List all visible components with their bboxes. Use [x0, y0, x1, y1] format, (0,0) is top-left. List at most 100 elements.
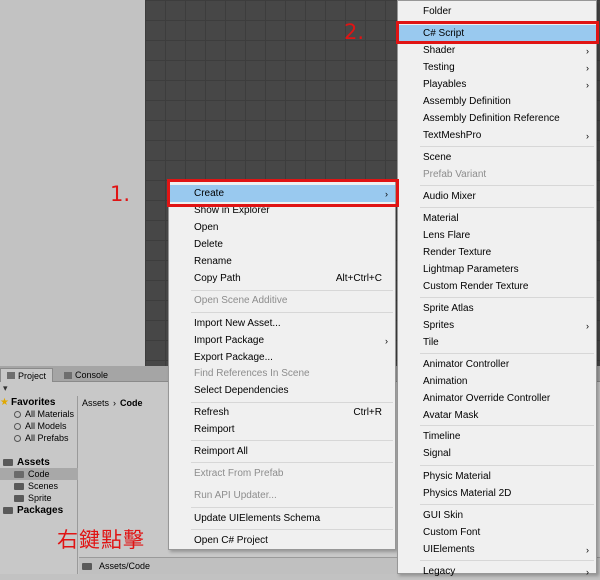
- submenu-item-label: Folder: [423, 6, 452, 17]
- menu-shortcut: Alt+Ctrl+C: [335, 273, 382, 284]
- submenu-item-audio-mixer[interactable]: Audio Mixer: [398, 188, 596, 205]
- submenu-item-textmeshpro[interactable]: TextMeshPro ›: [398, 127, 596, 144]
- menu-separator: [191, 402, 393, 403]
- menu-item-show-in-explorer[interactable]: Show in Explorer: [169, 202, 395, 219]
- submenu-item-scene[interactable]: Scene: [398, 149, 596, 166]
- search-icon: [14, 410, 21, 418]
- breadcrumb-assets[interactable]: Assets: [82, 398, 109, 408]
- submenu-item-label: Legacy: [423, 566, 456, 577]
- submenu-item-playables[interactable]: Playables ›: [398, 76, 596, 93]
- menu-separator: [191, 312, 393, 313]
- submenu-item-custom-render-texture[interactable]: Custom Render Texture: [398, 278, 596, 295]
- submenu-item-physic-material[interactable]: Physic Material: [398, 468, 596, 485]
- submenu-item-sprite-atlas[interactable]: Sprite Atlas: [398, 300, 596, 317]
- menu-item-open-c-project[interactable]: Open C# Project: [169, 532, 395, 549]
- menu-item-run-api-updater[interactable]: Run API Updater...: [169, 487, 395, 504]
- chevron-right-icon: ›: [586, 320, 589, 331]
- menu-separator: [420, 425, 594, 426]
- menu-separator: [420, 146, 594, 147]
- folder-icon: [14, 470, 24, 478]
- menu-item-extract-from-prefab[interactable]: Extract From Prefab: [169, 465, 395, 482]
- menu-item-update-uielements-schema[interactable]: Update UIElements Schema: [169, 510, 395, 527]
- console-icon: [64, 371, 72, 379]
- submenu-item-avatar-mask[interactable]: Avatar Mask: [398, 407, 596, 424]
- submenu-item-folder[interactable]: Folder: [398, 3, 596, 20]
- tree-all-models[interactable]: All Models: [0, 420, 78, 432]
- submenu-item-assembly-definition[interactable]: Assembly Definition: [398, 93, 596, 110]
- menu-item-delete[interactable]: Delete: [169, 236, 395, 253]
- submenu-item-lightmap-parameters[interactable]: Lightmap Parameters: [398, 261, 596, 278]
- submenu-item-label: Signal: [423, 448, 451, 459]
- tab-console[interactable]: Console: [58, 368, 114, 382]
- submenu-item-label: Testing: [423, 62, 455, 73]
- menu-item-export-package[interactable]: Export Package...: [169, 349, 395, 366]
- tree-all-materials[interactable]: All Materials: [0, 408, 78, 420]
- path-label: Assets/Code: [99, 561, 151, 571]
- menu-item-find-references-in-scene[interactable]: Find References In Scene: [169, 365, 395, 382]
- tree-code[interactable]: Code: [0, 468, 78, 480]
- submenu-item-timeline[interactable]: Timeline: [398, 428, 596, 445]
- submenu-item-uielements[interactable]: UIElements ›: [398, 541, 596, 558]
- tree-packages[interactable]: Packages: [0, 504, 78, 516]
- submenu-item-material[interactable]: Material: [398, 210, 596, 227]
- menu-item-import-new-asset[interactable]: Import New Asset...: [169, 315, 395, 332]
- menu-item-open-scene-additive[interactable]: Open Scene Additive: [169, 292, 395, 309]
- tree-sprite[interactable]: Sprite: [0, 492, 78, 504]
- menu-item-select-dependencies[interactable]: Select Dependencies: [169, 382, 395, 399]
- submenu-item-assembly-definition-reference[interactable]: Assembly Definition Reference: [398, 110, 596, 127]
- submenu-item-legacy[interactable]: Legacy ›: [398, 563, 596, 580]
- menu-item-label: Open: [194, 222, 219, 233]
- tree-item-label: Scenes: [28, 481, 59, 491]
- tree-assets[interactable]: Assets: [0, 456, 78, 468]
- menu-separator: [420, 504, 594, 505]
- menu-separator: [191, 440, 393, 441]
- menu-item-open[interactable]: Open: [169, 219, 395, 236]
- tab-console-label: Console: [75, 370, 109, 380]
- submenu-item-label: Shader: [423, 45, 456, 56]
- menu-item-label: Find References In Scene: [194, 368, 310, 379]
- menu-separator: [420, 560, 594, 561]
- menu-item-refresh[interactable]: Refresh Ctrl+R: [169, 404, 395, 421]
- submenu-item-render-texture[interactable]: Render Texture: [398, 244, 596, 261]
- menu-item-reimport-all[interactable]: Reimport All: [169, 443, 395, 460]
- submenu-item-gui-skin[interactable]: GUI Skin: [398, 507, 596, 524]
- submenu-item-label: GUI Skin: [423, 510, 464, 521]
- menu-separator: [191, 462, 393, 463]
- submenu-item-c-script[interactable]: C# Script: [398, 25, 596, 42]
- menu-item-create[interactable]: Create ›: [169, 185, 395, 202]
- submenu-item-testing[interactable]: Testing ›: [398, 59, 596, 76]
- submenu-item-prefab-variant[interactable]: Prefab Variant: [398, 166, 596, 183]
- tab-project[interactable]: Project: [0, 368, 54, 382]
- submenu-item-label: Animator Override Controller: [423, 393, 551, 404]
- submenu-item-label: Tile: [423, 337, 439, 348]
- tree-favorites[interactable]: ★ Favorites: [0, 396, 78, 408]
- submenu-item-label: Custom Render Texture: [423, 281, 529, 292]
- submenu-item-sprites[interactable]: Sprites ›: [398, 317, 596, 334]
- chevron-right-icon: ›: [586, 79, 589, 90]
- submenu-item-tile[interactable]: Tile: [398, 334, 596, 351]
- submenu-item-animator-override-controller[interactable]: Animator Override Controller: [398, 390, 596, 407]
- chevron-right-icon: ›: [113, 398, 117, 408]
- menu-item-reimport[interactable]: Reimport: [169, 421, 395, 438]
- chevron-right-icon: ›: [586, 130, 589, 141]
- breadcrumb-code[interactable]: Code: [120, 398, 143, 408]
- menu-item-import-package[interactable]: Import Package ›: [169, 332, 395, 349]
- submenu-item-physics-material-2d[interactable]: Physics Material 2D: [398, 485, 596, 502]
- tree-item-label: Code: [28, 469, 50, 479]
- submenu-item-animator-controller[interactable]: Animator Controller: [398, 356, 596, 373]
- menu-item-copy-path[interactable]: Copy Path Alt+Ctrl+C: [169, 270, 395, 287]
- submenu-item-label: Sprites: [423, 320, 455, 331]
- submenu-item-signal[interactable]: Signal: [398, 445, 596, 462]
- tree-all-prefabs[interactable]: All Prefabs: [0, 432, 78, 444]
- step-2-annotation: 2.: [344, 20, 365, 44]
- menu-item-rename[interactable]: Rename: [169, 253, 395, 270]
- submenu-item-lens-flare[interactable]: Lens Flare: [398, 227, 596, 244]
- menu-separator: [420, 353, 594, 354]
- submenu-item-custom-font[interactable]: Custom Font: [398, 524, 596, 541]
- submenu-item-shader[interactable]: Shader ›: [398, 42, 596, 59]
- tree-scenes[interactable]: Scenes: [0, 480, 78, 492]
- menu-item-label: Copy Path: [194, 273, 241, 284]
- submenu-item-animation[interactable]: Animation: [398, 373, 596, 390]
- breadcrumb: Assets › Code: [82, 398, 143, 408]
- menu-item-label: Refresh: [194, 407, 230, 418]
